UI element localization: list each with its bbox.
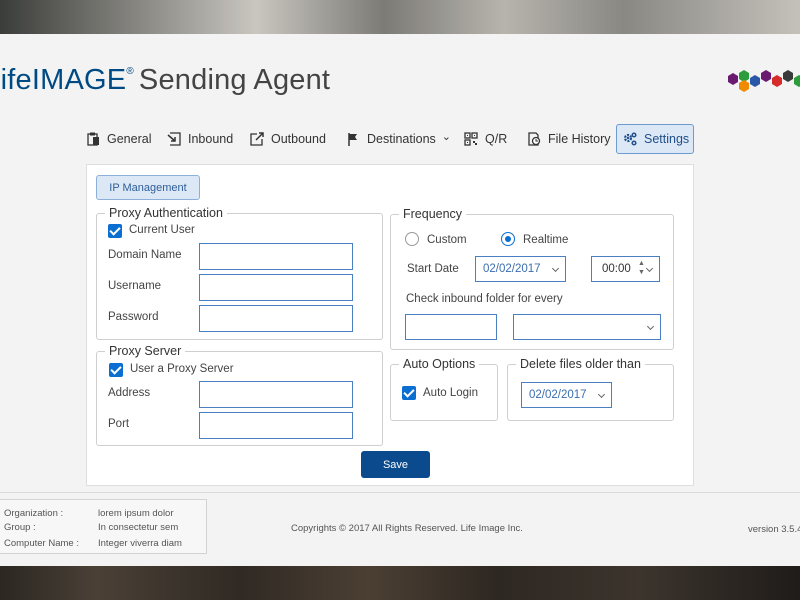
port-label: Port	[108, 418, 130, 430]
organization-value: lorem ipsum dolor	[98, 508, 174, 519]
username-field[interactable]	[199, 274, 353, 301]
brand-logo-text: lifeIMAGE	[0, 64, 127, 96]
tab-destinations[interactable]: Destinations ⌄	[340, 124, 457, 154]
group-value: In consectetur sem	[98, 522, 179, 533]
save-button[interactable]: Save	[361, 451, 430, 478]
qr-code-icon	[464, 132, 478, 146]
chevron-down-icon	[597, 390, 606, 399]
start-date-label: Start Date	[407, 263, 459, 275]
app-window: lifeIMAGE® Sending Agent General Inbound	[0, 34, 800, 566]
tab-inbound[interactable]: Inbound	[161, 124, 239, 154]
start-time-picker[interactable]: 00:00 ▲ ▼	[591, 256, 660, 282]
use-proxy-server-checkbox[interactable]	[109, 363, 123, 377]
auto-login-checkbox[interactable]	[402, 386, 416, 400]
group-label: Group :	[4, 522, 36, 533]
tab-label: Inbound	[188, 132, 234, 146]
username-label: Username	[108, 280, 162, 292]
desktop-taskbar	[0, 566, 800, 600]
tab-file-history[interactable]: File History	[521, 124, 617, 154]
tab-label: Q/R	[485, 132, 508, 146]
chevron-down-icon	[551, 264, 560, 273]
registered-mark: ®	[126, 66, 134, 77]
address-label: Address	[108, 387, 151, 399]
custom-radio[interactable]	[405, 232, 419, 246]
custom-label: Custom	[427, 234, 467, 246]
tab-label: Settings	[644, 132, 690, 146]
gear-icon	[623, 132, 637, 146]
ip-management-button[interactable]: IP Management	[96, 175, 200, 200]
copyright-text: Copyrights © 2017 All Rights Reserved. L…	[291, 523, 523, 534]
computer-info-box: Organization : lorem ipsum dolor Group :…	[0, 499, 207, 554]
check-interval-field[interactable]	[405, 314, 497, 340]
tab-label: Destinations	[367, 132, 436, 146]
password-label: Password	[108, 311, 159, 323]
tab-label: Outbound	[271, 132, 326, 146]
start-date-value: 02/02/2017	[483, 263, 541, 275]
current-user-label: Current User	[129, 224, 195, 236]
flag-icon	[346, 132, 360, 146]
chevron-down-icon	[646, 322, 655, 331]
address-field[interactable]	[199, 381, 353, 408]
tab-outbound[interactable]: Outbound	[244, 124, 332, 154]
current-user-checkbox[interactable]	[108, 224, 122, 238]
file-history-icon	[527, 132, 541, 146]
chevron-down-icon	[645, 264, 654, 273]
group-legend: Proxy Server	[109, 344, 182, 358]
start-date-picker[interactable]: 02/02/2017	[475, 256, 566, 282]
computer-name-value: Integer viverra diam	[98, 538, 182, 549]
realtime-radio[interactable]	[501, 232, 515, 246]
domain-name-field[interactable]	[199, 243, 353, 270]
delete-date-value: 02/02/2017	[529, 389, 587, 401]
tab-general[interactable]: General	[80, 124, 157, 154]
start-time-value: 00:00	[602, 263, 631, 275]
clipboard-icon	[86, 132, 100, 146]
group-legend: Proxy Authentication	[109, 206, 223, 220]
realtime-label: Realtime	[523, 234, 569, 246]
group-legend: Auto Options	[403, 357, 476, 371]
tab-label: File History	[548, 132, 611, 146]
desktop-background-top	[0, 0, 800, 34]
organization-label: Organization :	[4, 508, 64, 519]
version-text: version 3.5.4	[748, 524, 800, 535]
tab-qr[interactable]: Q/R	[458, 124, 513, 154]
inbound-icon	[167, 132, 181, 146]
time-spinner-icon[interactable]: ▲ ▼	[638, 259, 645, 277]
chevron-down-icon: ⌄	[441, 130, 452, 143]
tab-settings[interactable]: Settings	[616, 124, 694, 154]
app-title: lifeIMAGE® Sending Agent	[0, 64, 330, 97]
use-proxy-server-label: User a Proxy Server	[130, 363, 234, 375]
check-interval-unit-select[interactable]	[513, 314, 661, 340]
product-name: Sending Agent	[138, 64, 331, 96]
app-header: lifeIMAGE® Sending Agent	[0, 34, 800, 124]
check-inbound-label: Check inbound folder for every	[406, 293, 563, 305]
footer-divider	[0, 492, 800, 493]
port-field[interactable]	[199, 412, 353, 439]
delete-files-date-picker[interactable]: 02/02/2017	[521, 382, 612, 408]
password-field[interactable]	[199, 305, 353, 332]
tab-label: General	[107, 132, 152, 146]
group-legend: Delete files older than	[520, 357, 641, 371]
company-hex-logo	[727, 70, 800, 92]
outbound-icon	[250, 132, 264, 146]
auto-login-label: Auto Login	[423, 387, 478, 399]
group-legend: Frequency	[403, 207, 463, 221]
computer-name-label: Computer Name :	[4, 538, 79, 549]
domain-name-label: Domain Name	[108, 249, 182, 261]
